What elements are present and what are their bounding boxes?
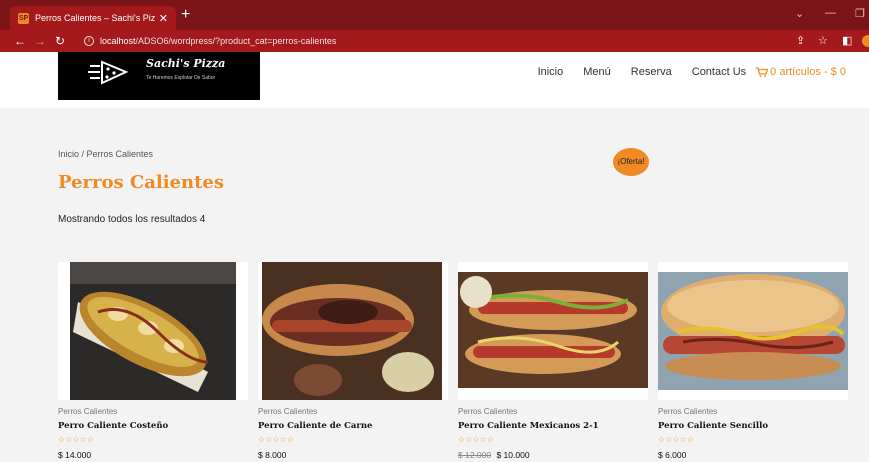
current-price: $ 8.000 — [258, 450, 287, 460]
nav-link-reserva[interactable]: Reserva — [631, 66, 672, 78]
product-category[interactable]: Perros Calientes — [258, 407, 317, 416]
browser-tab-bar: SP Perros Calientes – Sachi's Pizza ✕ + … — [0, 0, 869, 30]
breadcrumb[interactable]: Inicio / Perros Calientes — [58, 149, 153, 159]
product-card[interactable]: Perros Calientes Perro Caliente Sencillo… — [658, 262, 848, 460]
site-logo[interactable]: Sachi's Pizza Te Haremos Explotar De Sab… — [58, 52, 260, 100]
product-card[interactable]: Perros Calientes Perro Caliente de Carne… — [258, 262, 448, 460]
site-favicon-icon: SP — [18, 12, 29, 24]
rating-stars: ☆☆☆☆☆ — [258, 435, 294, 444]
sale-price: $ 10.000 — [496, 450, 530, 460]
profile-avatar[interactable] — [862, 35, 869, 47]
nav-link-menu[interactable]: Menú — [583, 66, 611, 78]
cart-summary: 0 artículos - $ 0 — [770, 66, 846, 78]
product-image[interactable] — [58, 262, 248, 400]
product-category[interactable]: Perros Calientes — [458, 407, 517, 416]
site-tagline: Te Haremos Explotar De Sabor — [146, 75, 216, 81]
tab-title: Perros Calientes – Sachi's Pizza — [35, 13, 155, 23]
restore-icon[interactable]: ❐ — [855, 7, 865, 20]
product-category[interactable]: Perros Calientes — [58, 407, 117, 416]
product-photo-costeno — [70, 262, 236, 400]
browser-tab[interactable]: SP Perros Calientes – Sachi's Pizza ✕ — [10, 6, 176, 30]
pizza-logo-icon — [88, 60, 128, 85]
tab-close-icon[interactable]: ✕ — [159, 12, 168, 25]
regular-price: $ 12.000 — [458, 450, 492, 460]
reload-icon[interactable]: ↻ — [50, 34, 70, 48]
product-price: $ 8.000 — [258, 450, 286, 460]
tab-search-chevron-icon[interactable]: ⌄ — [795, 7, 804, 20]
sale-badge: ¡Oferta! — [613, 148, 649, 176]
product-image[interactable] — [258, 262, 448, 400]
product-category[interactable]: Perros Calientes — [658, 407, 717, 416]
side-panel-icon[interactable]: ◧ — [842, 34, 852, 47]
product-photo-carne — [262, 262, 442, 400]
back-arrow-icon[interactable]: ← — [10, 34, 30, 48]
rating-stars: ☆☆☆☆☆ — [458, 435, 494, 444]
nav-link-inicio[interactable]: Inicio — [538, 66, 564, 78]
browser-toolbar: ← → ↻ i localhost /ADSO6/wordpress/?prod… — [0, 30, 869, 52]
product-name[interactable]: Perro Caliente Mexicanos 2-1 — [458, 421, 599, 431]
current-price: $ 6.000 — [658, 450, 687, 460]
url-path: /ADSO6/wordpress/?product_cat=perros-cal… — [135, 36, 337, 46]
site-info-icon[interactable]: i — [84, 36, 94, 46]
main-navigation: Inicio Menú Reserva Contact Us 0 artícul… — [538, 66, 869, 78]
product-photo-sencillo — [658, 272, 848, 390]
product-image[interactable] — [658, 262, 848, 400]
result-count: Mostrando todos los resultados 4 — [58, 214, 206, 225]
product-name[interactable]: Perro Caliente de Carne — [258, 421, 372, 431]
site-header: Sachi's Pizza Te Haremos Explotar De Sab… — [0, 52, 869, 108]
cart-link[interactable]: 0 artículos - $ 0 — [756, 66, 846, 78]
product-card[interactable]: Perros Calientes Perro Caliente Mexicano… — [458, 262, 648, 460]
product-card[interactable]: Perros Calientes Perro Caliente Costeño … — [58, 262, 248, 460]
url-host: localhost — [100, 36, 136, 46]
shopping-cart-icon — [756, 67, 769, 77]
product-name[interactable]: Perro Caliente Sencillo — [658, 421, 768, 431]
site-brand: Sachi's Pizza — [146, 57, 226, 70]
product-image[interactable] — [458, 262, 648, 400]
product-photo-mexicanos — [458, 272, 648, 388]
forward-arrow-icon[interactable]: → — [30, 34, 50, 48]
page-title: Perros Calientes — [58, 172, 224, 193]
share-icon[interactable]: ⇪ — [796, 34, 805, 47]
rating-stars: ☆☆☆☆☆ — [658, 435, 694, 444]
address-bar[interactable]: i localhost /ADSO6/wordpress/?product_ca… — [84, 33, 784, 49]
product-name[interactable]: Perro Caliente Costeño — [58, 421, 168, 431]
new-tab-button[interactable]: + — [181, 6, 190, 24]
bookmark-star-icon[interactable]: ☆ — [818, 34, 828, 47]
minimize-icon[interactable]: — — [825, 7, 836, 19]
current-price: $ 14.000 — [58, 450, 92, 460]
product-price: $ 12.000 $ 10.000 — [458, 450, 530, 460]
shop-content: Inicio / Perros Calientes Perros Calient… — [0, 108, 869, 462]
product-price: $ 14.000 — [58, 450, 91, 460]
rating-stars: ☆☆☆☆☆ — [58, 435, 94, 444]
nav-link-contact[interactable]: Contact Us — [692, 66, 746, 78]
product-price: $ 6.000 — [658, 450, 686, 460]
